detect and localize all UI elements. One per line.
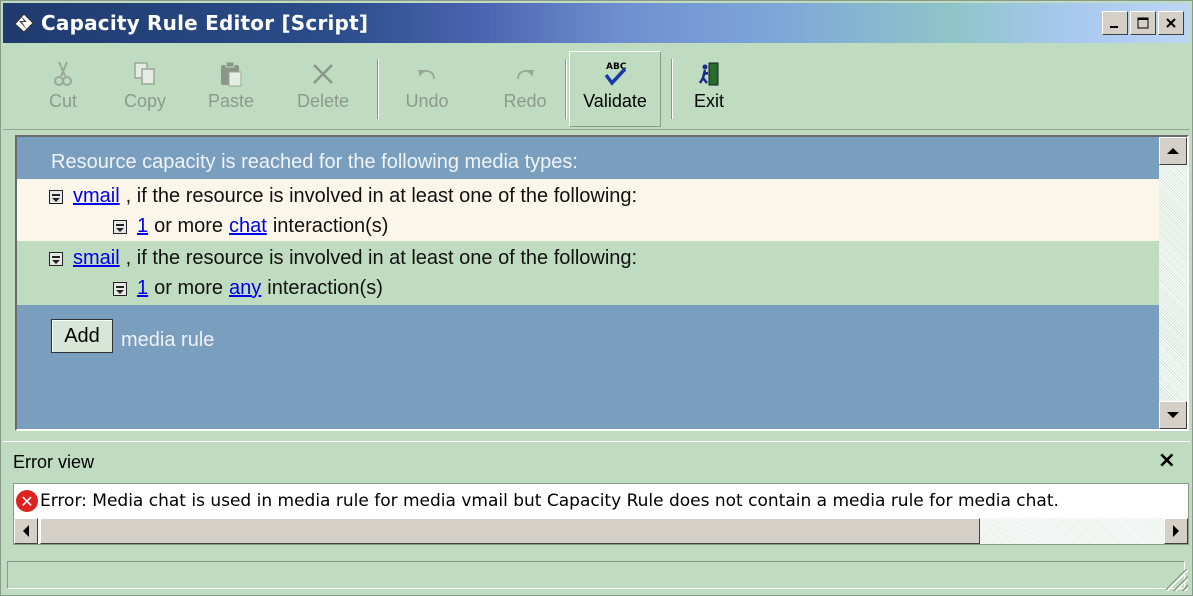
window-controls — [1102, 11, 1184, 35]
undo-label: Undo — [405, 91, 449, 111]
undo-icon — [418, 70, 435, 80]
error-item[interactable]: ✕ Error: Media chat is used in media rul… — [16, 490, 1059, 512]
collapse-icon[interactable] — [49, 189, 63, 204]
copy-button[interactable]: Copy — [111, 57, 179, 121]
error-view-header: Error view × — [3, 441, 1190, 482]
count-link[interactable]: 1 — [137, 277, 148, 300]
sub-rule-tail: interaction(s) — [272, 215, 389, 237]
arrow-up-icon — [1167, 148, 1179, 154]
editor-heading: Resource capacity is reached for the fol… — [51, 151, 578, 173]
scroll-right-button[interactable] — [1164, 518, 1188, 544]
collapse-icon[interactable] — [113, 281, 127, 296]
rule-condition-text: , if the resource is involved in at leas… — [125, 185, 638, 207]
redo-button[interactable]: Redo — [491, 57, 559, 121]
scroll-up-button[interactable] — [1159, 137, 1187, 165]
scissors-icon — [54, 61, 72, 86]
arrow-right-icon — [1173, 525, 1179, 537]
arrow-down-icon — [1167, 412, 1179, 418]
app-icon — [14, 13, 34, 33]
add-media-rule-label: media rule — [121, 329, 215, 351]
paste-button[interactable]: Paste — [197, 57, 265, 121]
copy-label: Copy — [123, 91, 167, 111]
scrollbar-thumb[interactable] — [40, 518, 980, 544]
toolbar-separator — [377, 59, 379, 119]
maximize-icon — [1137, 17, 1149, 29]
exit-button[interactable]: Exit — [675, 57, 743, 121]
redo-icon — [517, 70, 534, 80]
error-list[interactable]: ✕ Error: Media chat is used in media rul… — [13, 483, 1189, 545]
delete-label: Delete — [296, 91, 350, 111]
close-button[interactable] — [1158, 11, 1184, 35]
validate-label: Validate — [583, 91, 647, 111]
scroll-down-button[interactable] — [1159, 401, 1187, 429]
sub-rule-line: 1 or more any interaction(s) — [113, 277, 383, 300]
resize-grip-icon[interactable] — [1166, 569, 1188, 591]
sub-rule-text: or more — [154, 215, 224, 237]
collapse-icon[interactable] — [49, 251, 63, 266]
arrow-left-icon — [23, 525, 29, 537]
media-link[interactable]: vmail — [73, 185, 120, 208]
sub-rule-line: 1 or more chat interaction(s) — [113, 215, 388, 238]
redo-label: Redo — [503, 91, 547, 111]
media-rule-vmail: vmail , if the resource is involved in a… — [17, 179, 1160, 241]
collapse-icon[interactable] — [113, 219, 127, 234]
paste-icon — [221, 61, 242, 87]
toolbar-separator — [671, 59, 673, 119]
horizontal-scrollbar[interactable] — [14, 518, 1188, 544]
error-view-title: Error view — [13, 452, 95, 472]
cut-button[interactable]: Cut — [29, 57, 97, 121]
validate-button[interactable]: ABC Validate — [581, 57, 649, 121]
status-bar — [3, 557, 1190, 593]
error-message: Error: Media chat is used in media rule … — [40, 491, 1059, 511]
minimize-button[interactable] — [1102, 11, 1128, 35]
spellcheck-icon: ABC — [604, 62, 627, 86]
add-media-rule-button[interactable]: Add — [51, 319, 113, 353]
error-icon: ✕ — [16, 490, 38, 512]
maximize-button[interactable] — [1130, 11, 1156, 35]
sub-rule-tail: interaction(s) — [267, 277, 383, 299]
scroll-left-button[interactable] — [14, 518, 38, 544]
rule-condition-text: , if the resource is involved in at leas… — [125, 247, 638, 269]
rule-line: vmail , if the resource is involved in a… — [49, 185, 637, 208]
delete-x-icon — [313, 64, 333, 84]
rule-editor-panel[interactable]: Resource capacity is reached for the fol… — [15, 135, 1189, 431]
status-panel — [7, 561, 1185, 589]
delete-button[interactable]: Delete — [289, 57, 357, 121]
close-icon — [1166, 18, 1176, 28]
vertical-scrollbar[interactable] — [1159, 137, 1187, 429]
media-link[interactable]: smail — [73, 247, 120, 270]
exit-label: Exit — [693, 91, 724, 111]
rule-line: smail , if the resource is involved in a… — [49, 247, 637, 270]
undo-button[interactable]: Undo — [393, 57, 461, 121]
window-title: Capacity Rule Editor [Script] — [41, 11, 369, 35]
toolbar-separator — [565, 59, 567, 119]
error-view-close-button[interactable]: × — [1158, 448, 1176, 473]
minimize-icon — [1110, 26, 1118, 28]
media-rule-smail: smail , if the resource is involved in a… — [17, 241, 1160, 305]
copy-icon — [134, 62, 155, 85]
interaction-media-link[interactable]: chat — [229, 215, 267, 238]
count-link[interactable]: 1 — [137, 215, 148, 238]
interaction-media-link[interactable]: any — [229, 277, 261, 300]
toolbar: Cut Copy Paste Delete Undo Redo ABC Vali… — [3, 45, 1190, 130]
sub-rule-text: or more — [154, 277, 224, 299]
title-bar[interactable]: Capacity Rule Editor [Script] — [3, 3, 1190, 43]
paste-label: Paste — [207, 91, 255, 111]
cut-label: Cut — [48, 91, 77, 111]
capacity-rule-editor-window: Capacity Rule Editor [Script] Cut Copy P… — [0, 0, 1193, 596]
exit-door-icon — [698, 62, 719, 86]
